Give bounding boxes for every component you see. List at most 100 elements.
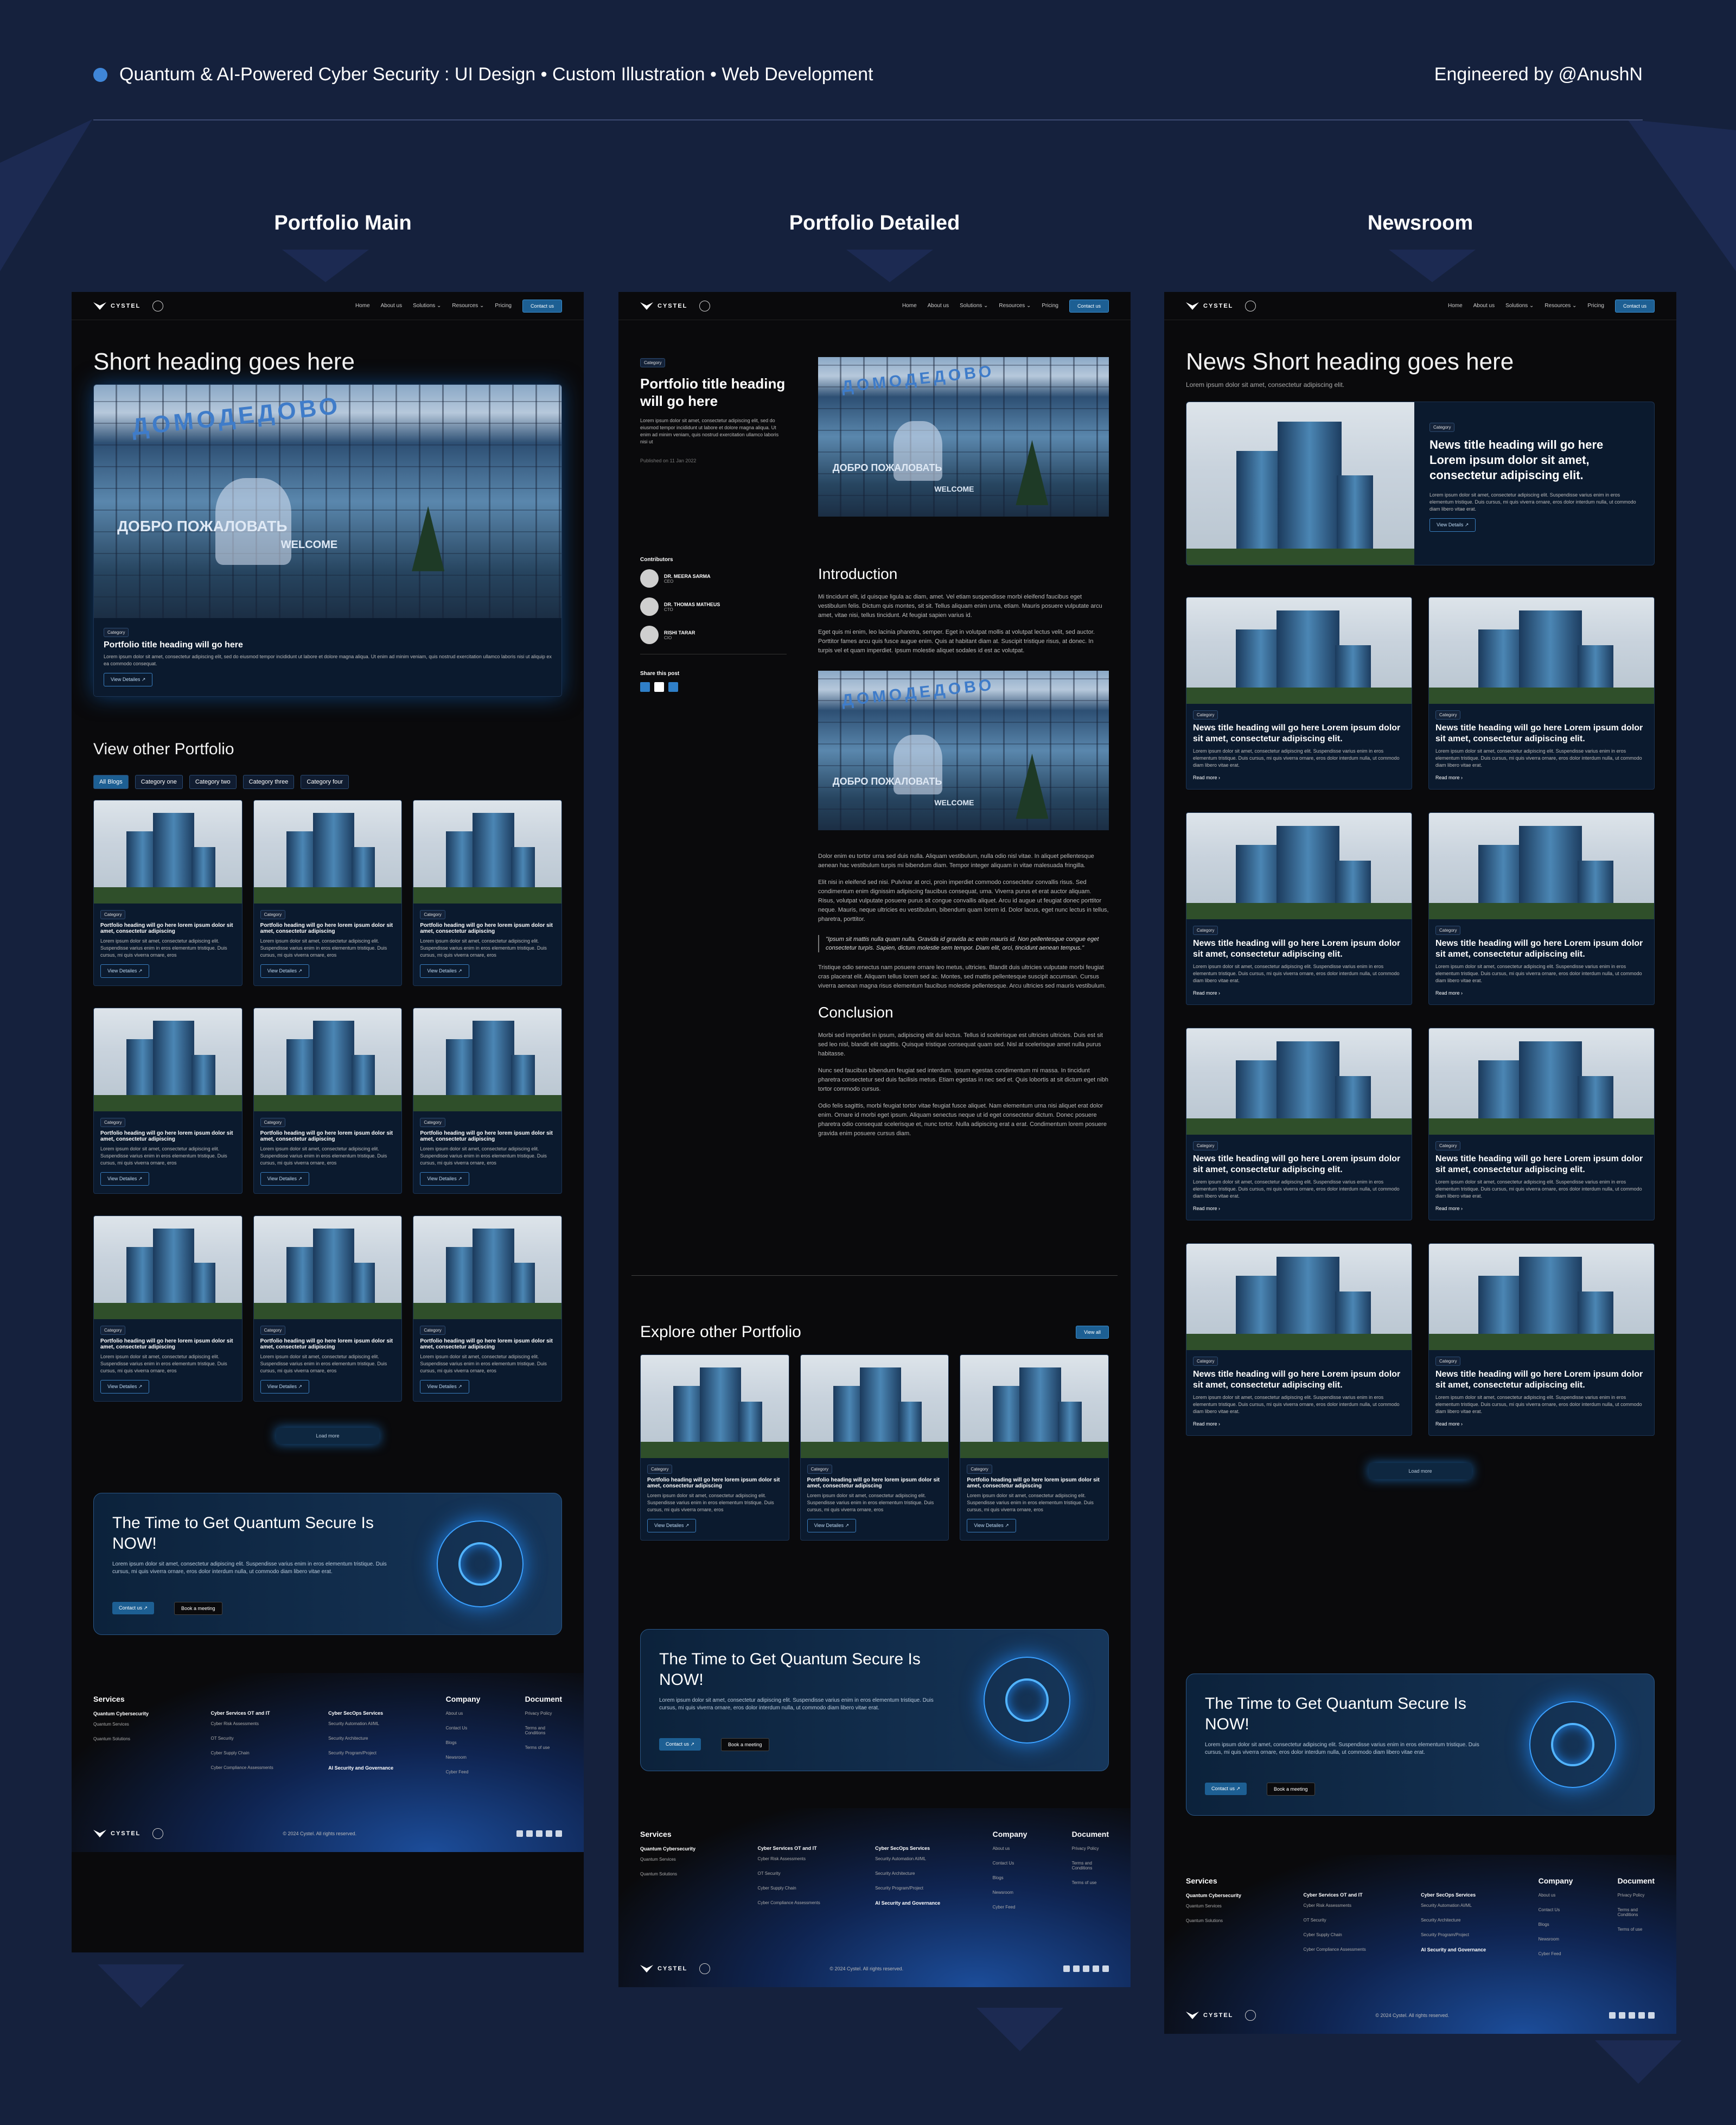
footer-link[interactable]: Cyber Services OT and IT (758, 1846, 854, 1851)
footer-link[interactable]: Blogs (993, 1875, 1050, 1880)
cta-book-meeting-button[interactable]: Book a meeting (721, 1738, 769, 1751)
footer-link[interactable]: Blogs (446, 1740, 503, 1745)
news-card[interactable]: Category News title heading will go here … (1186, 812, 1412, 1005)
footer-link[interactable]: Privacy Policy (1072, 1846, 1109, 1851)
view-details-button[interactable]: View Detailes ↗ (647, 1519, 697, 1532)
news-card[interactable]: Category News title heading will go here … (1428, 597, 1655, 790)
portfolio-card[interactable]: Category Portfolio heading will go here l… (93, 800, 242, 986)
footer-link[interactable]: AI Security and Governance (875, 1900, 971, 1906)
tab-category-two[interactable]: Category two (189, 775, 237, 789)
featured-news-card[interactable]: Category News title heading will go here… (1186, 402, 1655, 565)
linkedin-icon[interactable] (640, 682, 650, 692)
brand-logo[interactable]: CYSTEL (640, 300, 711, 311)
footer-link[interactable]: Security Architecture (875, 1871, 971, 1876)
portfolio-card[interactable]: Category Portfolio heading will go here l… (413, 1008, 562, 1194)
read-more-link[interactable]: Read more › (1435, 774, 1648, 781)
youtube-icon[interactable] (556, 1830, 562, 1837)
tab-category-four[interactable]: Category four (301, 775, 349, 789)
footer-link[interactable]: Cyber Services OT and IT (211, 1710, 307, 1716)
footer-link[interactable]: Security Program/Project (875, 1886, 971, 1891)
footer-link[interactable]: Terms and Conditions (525, 1726, 562, 1735)
contributor[interactable]: DR. THOMAS MATHEUS CTO (640, 597, 787, 616)
footer-logo[interactable]: CYSTEL (1186, 2010, 1256, 2021)
cta-book-meeting-button[interactable]: Book a meeting (174, 1602, 222, 1615)
footer-link[interactable]: Quantum Cybersecurity (93, 1711, 189, 1716)
portfolio-card[interactable]: Category Portfolio heading will go here l… (800, 1354, 949, 1541)
x-icon[interactable] (654, 682, 664, 692)
x-icon[interactable] (1629, 2012, 1635, 2019)
linkedin-icon[interactable] (1093, 1965, 1099, 1972)
read-more-link[interactable]: Read more › (1193, 1205, 1405, 1212)
tab-category-three[interactable]: Category three (242, 775, 295, 789)
youtube-icon[interactable] (1102, 1965, 1109, 1972)
footer-link[interactable]: OT Security (1304, 1918, 1400, 1923)
nav-link-pricing[interactable]: Pricing (1042, 303, 1058, 309)
nav-link-resources[interactable]: Resources ⌄ (999, 303, 1031, 309)
footer-link[interactable]: Terms of use (525, 1745, 562, 1750)
footer-link[interactable]: Terms of use (1072, 1880, 1109, 1885)
footer-link[interactable]: Newsroom (1539, 1937, 1596, 1942)
view-details-button[interactable]: View Detailes ↗ (104, 673, 153, 686)
instagram-icon[interactable] (1063, 1965, 1070, 1972)
facebook-icon[interactable] (1073, 1965, 1080, 1972)
tab-all-blogs[interactable]: All Blogs (93, 775, 129, 789)
footer-link[interactable]: Cyber Feed (993, 1905, 1050, 1910)
footer-link[interactable]: Cyber Compliance Assessments (758, 1900, 854, 1905)
brand-logo[interactable]: CYSTEL (1186, 300, 1256, 311)
contributor[interactable]: DR. MEERA SARMA CEO (640, 569, 787, 588)
footer-link[interactable]: Cyber Services OT and IT (1304, 1892, 1400, 1898)
nav-link-solutions[interactable]: Solutions ⌄ (1505, 303, 1534, 309)
view-details-button[interactable]: View Detailes ↗ (420, 1380, 469, 1394)
view-details-button[interactable]: View Detailes ↗ (100, 1380, 150, 1394)
nav-link-solutions[interactable]: Solutions ⌄ (960, 303, 988, 309)
portfolio-card[interactable]: Category Portfolio heading will go here l… (413, 1216, 562, 1402)
portfolio-card[interactable]: Category Portfolio heading will go here l… (413, 800, 562, 986)
cta-contact-button[interactable]: Contact us ↗ (1205, 1783, 1247, 1795)
news-card[interactable]: Category News title heading will go here … (1428, 812, 1655, 1005)
footer-link[interactable]: Terms and Conditions (1618, 1907, 1655, 1917)
view-details-button[interactable]: View Detailes ↗ (420, 964, 469, 978)
contact-us-button[interactable]: Contact us (522, 299, 562, 313)
view-details-button[interactable]: View Detailes ↗ (260, 1380, 310, 1394)
footer-link[interactable]: Quantum Cybersecurity (640, 1846, 736, 1852)
view-details-button[interactable]: View Detailes ↗ (967, 1519, 1016, 1532)
contact-us-button[interactable]: Contact us (1614, 299, 1655, 313)
news-card[interactable]: Category News title heading will go here … (1186, 1243, 1412, 1436)
cta-contact-button[interactable]: Contact us ↗ (659, 1738, 701, 1751)
footer-link[interactable]: Terms of use (1618, 1927, 1655, 1932)
footer-link[interactable]: Newsroom (446, 1755, 503, 1760)
footer-link[interactable]: OT Security (758, 1871, 854, 1876)
facebook-icon[interactable] (1619, 2012, 1625, 2019)
view-details-button[interactable]: View Detailes ↗ (100, 964, 150, 978)
footer-link[interactable]: Quantum Services (93, 1722, 189, 1727)
view-details-button[interactable]: View Detailes ↗ (807, 1519, 857, 1532)
instagram-icon[interactable] (1609, 2012, 1616, 2019)
read-more-link[interactable]: Read more › (1435, 990, 1648, 997)
nav-link-about[interactable]: About us (381, 303, 402, 309)
footer-link[interactable]: Cyber Feed (446, 1770, 503, 1774)
footer-link[interactable]: Security Architecture (1421, 1918, 1517, 1923)
footer-link[interactable]: Security Program/Project (328, 1751, 424, 1755)
nav-link-about[interactable]: About us (928, 303, 949, 309)
view-details-button[interactable]: View Detailes ↗ (260, 1172, 310, 1186)
footer-link[interactable]: Cyber Compliance Assessments (1304, 1947, 1400, 1952)
footer-link[interactable]: OT Security (211, 1736, 307, 1741)
footer-link[interactable]: Security Program/Project (1421, 1932, 1517, 1937)
footer-link[interactable]: AI Security and Governance (1421, 1947, 1517, 1952)
contributor[interactable]: RISHI TARAR CIO (640, 626, 787, 644)
read-more-link[interactable]: Read more › (1435, 1421, 1648, 1428)
view-details-button[interactable]: View Details ↗ (1429, 518, 1476, 532)
footer-logo[interactable]: CYSTEL (640, 1963, 711, 1974)
tab-category-one[interactable]: Category one (135, 775, 183, 789)
footer-link[interactable]: Quantum Services (640, 1857, 736, 1862)
portfolio-card[interactable]: Category Portfolio heading will go here l… (253, 1008, 403, 1194)
footer-link[interactable]: Newsroom (993, 1890, 1050, 1895)
footer-link[interactable]: Privacy Policy (1618, 1893, 1655, 1898)
footer-logo[interactable]: CYSTEL (93, 1828, 164, 1839)
portfolio-card[interactable]: Category Portfolio heading will go here l… (253, 1216, 403, 1402)
footer-link[interactable]: Security Architecture (328, 1736, 424, 1741)
load-more-button[interactable]: Load more (276, 1428, 379, 1444)
footer-link[interactable]: Quantum Cybersecurity (1186, 1893, 1282, 1898)
portfolio-card[interactable]: Category Portfolio heading will go here l… (253, 800, 403, 986)
view-details-button[interactable]: View Detailes ↗ (420, 1172, 469, 1186)
